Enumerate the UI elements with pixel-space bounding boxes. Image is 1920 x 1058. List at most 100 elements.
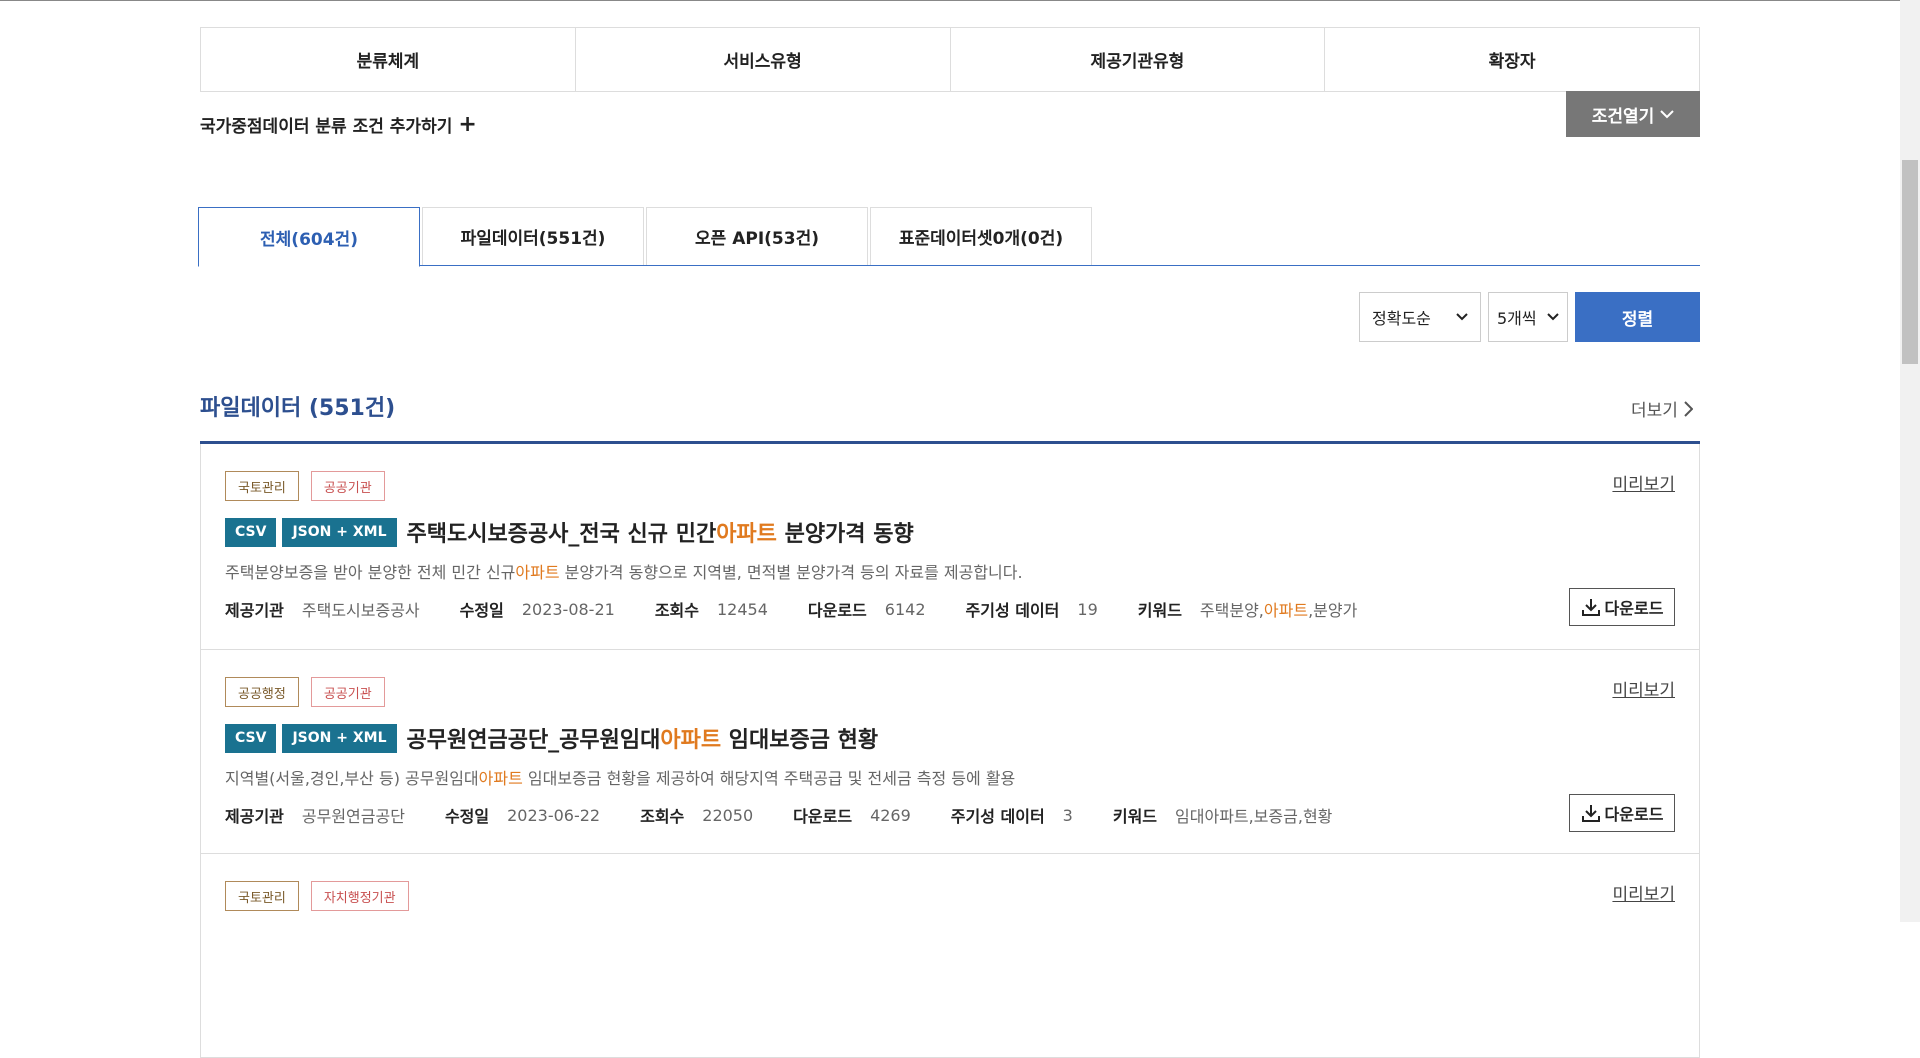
- org-type-badge: 공공기관: [310, 471, 385, 501]
- views-value: 12454: [716, 599, 768, 619]
- title-highlight: 아파트: [716, 522, 777, 547]
- file-data-list: 국토관리 공공기관 미리보기 CSV JSON + XML 주택도시보증공사_전…: [200, 444, 1700, 1058]
- tab-standard-dataset[interactable]: 표준데이터셋0개(0건): [870, 207, 1092, 265]
- modified-label: 수정일: [444, 807, 490, 826]
- download-button[interactable]: 다운로드: [1569, 588, 1675, 626]
- format-badge-csv: CSV: [225, 517, 277, 547]
- views-label: 조회수: [640, 807, 685, 826]
- filter-service-type[interactable]: 서비스유형: [576, 28, 951, 91]
- keywords-value: 주택분양,아파트,분양가: [1200, 597, 1357, 621]
- sort-order-value: 정확도순: [1372, 309, 1431, 328]
- keywords-label: 키워드: [1137, 601, 1182, 620]
- desc-text: 주택분양보증을 받아 분양한 전체 민간 신규: [225, 563, 516, 582]
- tab-open-api[interactable]: 오픈 API(53건): [646, 207, 868, 265]
- downloads-value: 4269: [870, 805, 911, 825]
- chevron-down-icon: [1456, 313, 1468, 321]
- format-badge-json-xml: JSON + XML: [282, 723, 397, 753]
- periodic-value: 3: [1062, 805, 1073, 825]
- item-meta: 제공기관 주택도시보증공사 수정일 2023-08-21 조회수 12454 다운로드…: [225, 597, 1397, 621]
- item-title-row: CSV JSON + XML 주택도시보증공사_전국 신규 민간아파트 분양가격…: [225, 516, 914, 548]
- views-label: 조회수: [654, 601, 699, 620]
- title-text: 주택도시보증공사_전국 신규 민간: [406, 522, 717, 547]
- category-badges: 국토관리 공공기관: [225, 471, 385, 501]
- preview-link[interactable]: 미리보기: [1612, 676, 1675, 701]
- download-label: 다운로드: [1604, 599, 1664, 618]
- keyword-text-end: ,분양가: [1308, 601, 1358, 620]
- download-icon: [1581, 805, 1600, 822]
- item-description: 지역별(서울,경인,부산 등) 공무원임대아파트 임대보증금 현황을 제공하여 …: [225, 765, 1015, 789]
- add-condition-label: 국가중점데이터 분류 조건 추가하기: [200, 117, 453, 137]
- list-item: 공공행정 공공기관 미리보기 CSV JSON + XML 공무원연금공단_공무…: [200, 650, 1700, 854]
- sort-order-select[interactable]: 정확도순: [1359, 292, 1481, 342]
- periodic-label: 주기성 데이터: [965, 601, 1060, 620]
- category-badge: 국토관리: [225, 471, 299, 501]
- filter-extension[interactable]: 확장자: [1325, 28, 1699, 91]
- filter-classification[interactable]: 분류체계: [201, 28, 576, 91]
- chevron-down-icon: [1547, 313, 1559, 321]
- desc-highlight: 아파트: [515, 563, 560, 582]
- downloads-value: 6142: [884, 599, 926, 619]
- more-label: 더보기: [1631, 401, 1678, 421]
- periodic-label: 주기성 데이터: [950, 807, 1045, 826]
- add-condition-link[interactable]: 국가중점데이터 분류 조건 추가하기 +: [200, 112, 477, 137]
- plus-icon: +: [458, 111, 477, 137]
- preview-link[interactable]: 미리보기: [1612, 880, 1675, 905]
- provider-value: 주택도시보증공사: [301, 601, 420, 620]
- filter-category-bar: 분류체계 서비스유형 제공기관유형 확장자: [200, 27, 1700, 92]
- downloads-label: 다운로드: [807, 601, 867, 620]
- keyword-text: 주택분양,: [1199, 601, 1264, 620]
- views-value: 22050: [702, 805, 754, 825]
- download-label: 다운로드: [1604, 805, 1664, 824]
- category-badges: 공공행정 공공기관: [225, 677, 385, 707]
- desc-text-end: 분양가격 동향으로 지역별, 면적별 분양가격 등의 자료를 제공합니다.: [559, 563, 1023, 582]
- vertical-scrollbar[interactable]: [1900, 0, 1920, 922]
- modified-value: 2023-06-22: [507, 805, 601, 825]
- result-tabs: 전체(604건) 파일데이터(551건) 오픈 API(53건) 표준데이터셋0…: [198, 207, 1094, 267]
- per-page-select[interactable]: 5개씩: [1488, 292, 1568, 342]
- org-type-badge: 자치행정기관: [310, 881, 409, 911]
- tab-all[interactable]: 전체(604건): [198, 207, 420, 267]
- org-type-badge: 공공기관: [310, 677, 385, 707]
- main-content: 분류체계 서비스유형 제공기관유형 확장자 국가중점데이터 분류 조건 추가하기…: [198, 0, 1700, 1058]
- tab-underline: [198, 265, 1700, 266]
- provider-label: 제공기관: [225, 601, 284, 620]
- more-link[interactable]: 더보기: [1631, 396, 1693, 421]
- category-badge: 공공행정: [225, 677, 299, 707]
- item-title-link[interactable]: 주택도시보증공사_전국 신규 민간아파트 분양가격 동향: [407, 516, 914, 548]
- downloads-label: 다운로드: [793, 807, 853, 826]
- per-page-value: 5개씩: [1497, 309, 1537, 328]
- list-item: 국토관리 자치행정기관 미리보기: [200, 854, 1700, 1058]
- provider-value: 공무원연금공단: [301, 807, 405, 826]
- desc-highlight: 아파트: [478, 769, 523, 788]
- item-title-row: CSV JSON + XML 공무원연금공단_공무원임대아파트 임대보증금 현황: [225, 722, 878, 754]
- modified-label: 수정일: [459, 601, 504, 620]
- tab-file-data[interactable]: 파일데이터(551건): [422, 207, 644, 265]
- item-description: 주택분양보증을 받아 분양한 전체 민간 신규아파트 분양가격 동향으로 지역별…: [225, 559, 1023, 583]
- category-badge: 국토관리: [225, 881, 299, 911]
- open-condition-label: 조건열기: [1591, 106, 1655, 127]
- modified-value: 2023-08-21: [521, 599, 615, 619]
- keywords-label: 키워드: [1112, 807, 1158, 826]
- scrollbar-thumb[interactable]: [1902, 160, 1918, 364]
- open-condition-button[interactable]: 조건열기: [1566, 91, 1700, 137]
- chevron-right-icon: [1684, 400, 1693, 417]
- format-badge-csv: CSV: [225, 723, 277, 753]
- chevron-down-icon: [1660, 110, 1674, 119]
- item-title-link[interactable]: 공무원연금공단_공무원임대아파트 임대보증금 현황: [407, 722, 879, 754]
- download-button[interactable]: 다운로드: [1569, 794, 1675, 832]
- periodic-value: 19: [1077, 599, 1098, 619]
- item-meta: 제공기관 공무원연금공단 수정일 2023-06-22 조회수 22050 다운로드 4…: [225, 803, 1372, 827]
- section-title: 파일데이터 (551건): [200, 396, 396, 421]
- filter-provider-type[interactable]: 제공기관유형: [951, 28, 1326, 91]
- sort-button[interactable]: 정렬: [1575, 292, 1700, 342]
- format-badge-json-xml: JSON + XML: [282, 517, 397, 547]
- keyword-highlight: 아파트: [1263, 601, 1309, 620]
- desc-text-end: 임대보증금 현황을 제공하여 해당지역 주택공급 및 전세금 측정 등에 활용: [522, 769, 1016, 788]
- title-text-end: 임대보증금 현황: [721, 728, 879, 753]
- title-highlight: 아파트: [660, 728, 722, 753]
- title-text-end: 분양가격 동향: [776, 522, 914, 547]
- preview-link[interactable]: 미리보기: [1612, 470, 1675, 495]
- title-text: 공무원연금공단_공무원임대: [406, 728, 661, 753]
- provider-label: 제공기관: [225, 807, 284, 826]
- category-badges: 국토관리 자치행정기관: [225, 881, 409, 911]
